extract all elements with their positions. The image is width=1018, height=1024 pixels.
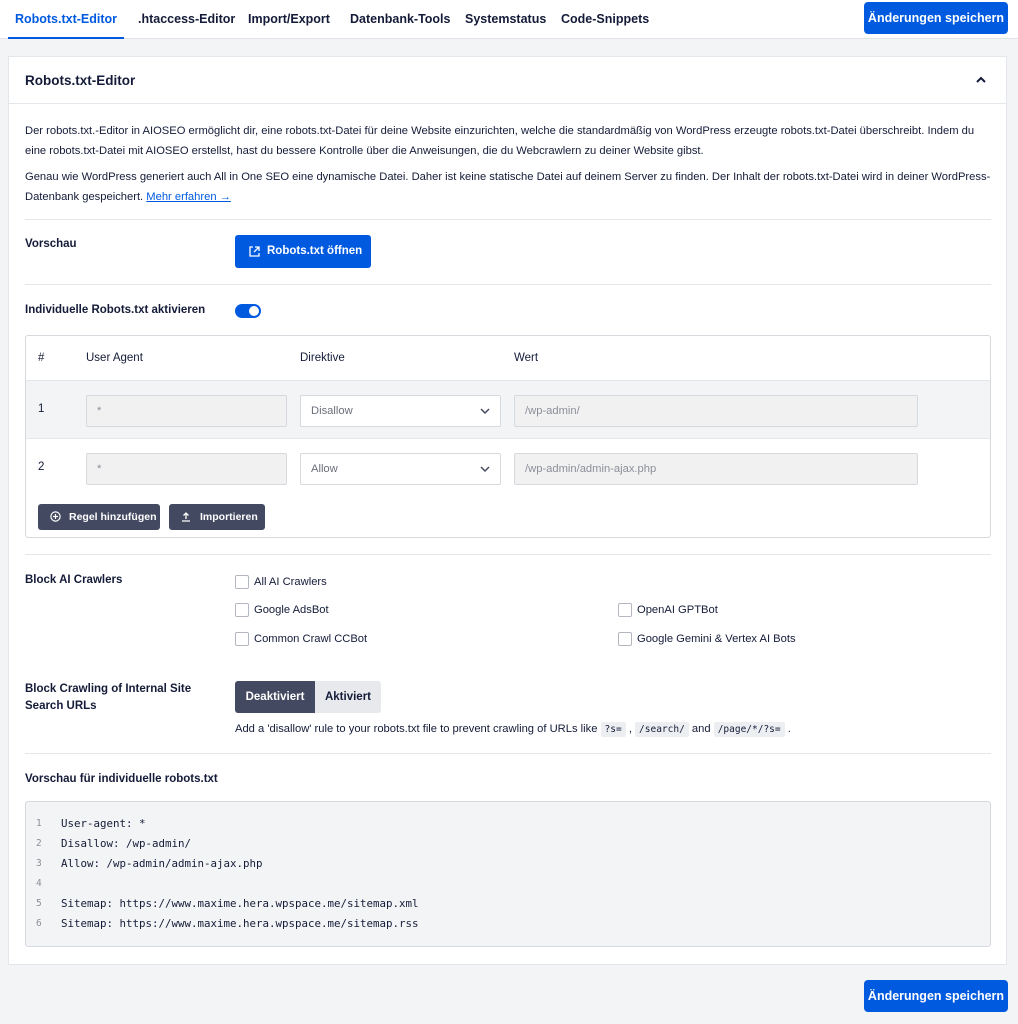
checkbox-google-gemini-vertex[interactable]: Google Gemini & Vertex AI Bots bbox=[618, 632, 796, 646]
search-block-deactivated-option[interactable]: Deaktiviert bbox=[235, 681, 315, 713]
tab-database-tools[interactable]: Datenbank-Tools bbox=[350, 0, 450, 39]
chevron-down-icon bbox=[480, 466, 490, 473]
value-input[interactable]: /wp-admin/admin-ajax.php bbox=[514, 453, 918, 485]
learn-more-link[interactable]: Mehr erfahren → bbox=[146, 191, 231, 203]
tab-system-status[interactable]: Systemstatus bbox=[465, 0, 546, 39]
column-header-number: # bbox=[38, 352, 45, 364]
card-title: Robots.txt-Editor bbox=[25, 73, 136, 88]
table-row: 2 * Allow /wp-admin/admin-ajax.php bbox=[26, 438, 990, 496]
column-header-user-agent: User Agent bbox=[86, 352, 143, 364]
preview-label: Vorschau bbox=[25, 238, 77, 250]
checkbox-common-crawl-ccbot[interactable]: Common Crawl CCBot bbox=[235, 632, 367, 646]
tab-import-export[interactable]: Import/Export bbox=[248, 0, 330, 39]
block-internal-search-label: Block Crawling of Internal Site Search U… bbox=[25, 683, 192, 712]
chevron-down-icon bbox=[480, 408, 490, 415]
description-paragraph-1: Der robots.txt.-Editor in AIOSEO ermögli… bbox=[25, 125, 975, 157]
tab-htaccess-editor[interactable]: .htaccess-Editor bbox=[138, 0, 235, 39]
directive-select[interactable]: Allow bbox=[300, 453, 501, 485]
code-snippet: /search/ bbox=[635, 722, 689, 737]
upload-icon bbox=[182, 512, 190, 522]
custom-robots-label: Individuelle Robots.txt aktivieren bbox=[25, 304, 206, 316]
card-header[interactable]: Robots.txt-Editor bbox=[9, 57, 1006, 104]
tab-code-snippets[interactable]: Code-Snippets bbox=[561, 0, 649, 39]
import-button[interactable]: Importieren bbox=[169, 504, 265, 530]
divider bbox=[25, 284, 991, 285]
add-rule-button[interactable]: Regel hinzufügen bbox=[38, 504, 160, 530]
user-agent-input[interactable]: * bbox=[86, 395, 287, 427]
checkbox-all-ai-crawlers[interactable]: All AI Crawlers bbox=[235, 575, 327, 589]
value-input[interactable]: /wp-admin/ bbox=[514, 395, 918, 427]
column-header-value: Wert bbox=[514, 352, 539, 364]
robots-editor-card: Robots.txt-Editor Der robots.txt.-Editor… bbox=[8, 56, 1007, 965]
robots-preview-code: 1 User-agent: * 2 Disallow: /wp-admin/ 3 Al… bbox=[25, 801, 991, 947]
save-changes-button-top[interactable]: Änderungen speichern bbox=[864, 2, 1008, 34]
plus-circle-icon bbox=[50, 511, 61, 522]
open-robots-txt-label: Robots.txt öffnen bbox=[267, 245, 363, 257]
directive-value: Disallow bbox=[311, 405, 353, 417]
divider bbox=[25, 219, 991, 220]
hint-text: Add a 'disallow' rule to your robots.txt… bbox=[235, 723, 598, 735]
add-rule-label: Regel hinzufügen bbox=[69, 511, 157, 523]
custom-robots-toggle[interactable] bbox=[235, 304, 261, 318]
robots-preview-label: Vorschau für individuelle robots.txt bbox=[25, 773, 218, 785]
code-snippet: /page/*/?s= bbox=[713, 722, 785, 737]
description-paragraph-2: Genau wie WordPress generiert auch All i… bbox=[25, 167, 991, 207]
hint-and: and bbox=[691, 723, 711, 735]
import-label: Importieren bbox=[200, 511, 258, 523]
block-ai-crawlers-label: Block AI Crawlers bbox=[25, 574, 123, 586]
directive-value: Allow bbox=[311, 463, 338, 475]
row-number: 1 bbox=[38, 403, 45, 415]
chevron-up-icon[interactable] bbox=[974, 73, 988, 87]
search-block-activated-option[interactable]: Aktiviert bbox=[315, 681, 381, 713]
search-block-hint: Add a 'disallow' rule to your robots.txt… bbox=[235, 722, 791, 737]
user-agent-input[interactable]: * bbox=[86, 453, 287, 485]
table-row: 1 * Disallow /wp-admin/ bbox=[26, 380, 990, 438]
divider bbox=[25, 554, 991, 555]
column-header-directive: Direktive bbox=[300, 352, 345, 364]
tab-robots-txt-editor[interactable]: Robots.txt-Editor bbox=[8, 0, 124, 39]
checkbox-openai-gptbot[interactable]: OpenAI GPTBot bbox=[618, 603, 718, 617]
open-robots-txt-button[interactable]: Robots.txt öffnen bbox=[235, 235, 371, 268]
divider bbox=[25, 753, 991, 754]
rules-table: # User Agent Direktive Wert 1 * Disallow… bbox=[25, 335, 991, 538]
checkbox-google-adsbot[interactable]: Google AdsBot bbox=[235, 603, 329, 617]
code-snippet: ?s= bbox=[600, 722, 626, 737]
external-link-icon bbox=[249, 246, 260, 257]
save-changes-button-bottom[interactable]: Änderungen speichern bbox=[864, 980, 1008, 1012]
directive-select[interactable]: Disallow bbox=[300, 395, 501, 427]
row-number: 2 bbox=[38, 461, 45, 473]
